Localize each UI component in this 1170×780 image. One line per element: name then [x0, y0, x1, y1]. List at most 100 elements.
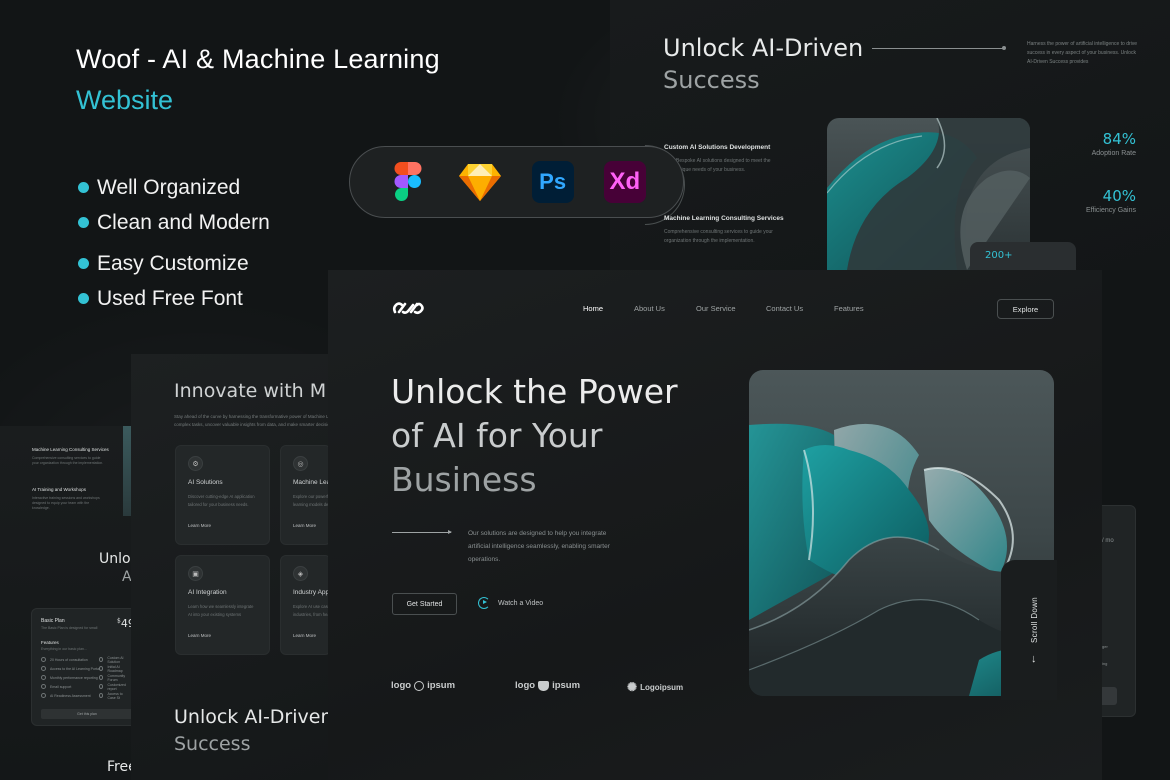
stat-value: 84%: [1102, 130, 1136, 148]
check-icon: [99, 666, 104, 671]
plan-features-col2: Custom AI Solution Initial AI Roadmap Co…: [99, 655, 131, 700]
brain-icon: ◎: [293, 456, 308, 471]
pricing-card-partial: [1100, 505, 1136, 717]
brand-logo-icon[interactable]: [392, 300, 426, 316]
adobe-xd-icon: Xd: [603, 160, 647, 204]
learn-more-link[interactable]: Learn More: [293, 633, 316, 638]
check-icon: [41, 675, 46, 680]
price-suffix: / mo: [1102, 538, 1114, 544]
arrow-down-icon[interactable]: ↓: [1031, 653, 1037, 665]
feature-item: Well Organized: [78, 170, 270, 205]
plan-feature: Monthly performance reporting: [41, 673, 100, 682]
nav-home[interactable]: Home: [583, 304, 603, 313]
learn-more-link[interactable]: Learn More: [293, 523, 316, 528]
plan-feature: Access to the AI Learning Portal: [41, 664, 100, 673]
scroll-down-label[interactable]: Scroll Down: [1030, 597, 1039, 643]
preview-paragraph: Harness the power of artificial intellig…: [1027, 41, 1138, 65]
partner-logo: logo ipsum: [391, 680, 456, 691]
arrow-right-icon: [392, 530, 452, 534]
headline-line1: Unlock the Power: [391, 372, 678, 411]
service-item: AI Training and Workshops Interactive tr…: [32, 487, 107, 511]
preview-paragraph: Stay ahead of the curve by harnessing th…: [174, 414, 334, 427]
stat-value: 40%: [1102, 187, 1136, 205]
plan-feature: Community Forum: [99, 673, 131, 682]
bullet-dot-icon: [78, 182, 89, 193]
hero-headline: Unlock the Power of AI for Your Business: [391, 370, 678, 502]
plan-features-subtitle: Everything in our basic plan...: [41, 647, 87, 651]
globe-icon: [414, 680, 425, 691]
card-desc: Discover cutting-edge AI application tail…: [188, 494, 255, 507]
check-icon: [41, 684, 46, 689]
feature-list: Well Organized Clean and Modern Easy Cus…: [78, 170, 270, 316]
bullet-dot-icon: [78, 258, 89, 269]
heading-connector-line: [872, 46, 1006, 50]
service-title: Machine Learning Consulting Services: [32, 447, 109, 452]
service-card[interactable]: ⚙ AI Solutions Discover cutting-edge AI …: [175, 445, 270, 545]
photoshop-icon: Ps: [531, 160, 575, 204]
play-icon: [478, 597, 490, 609]
preview-heading-line2: Success: [663, 66, 760, 94]
check-icon: [99, 684, 104, 689]
nav-features[interactable]: Features: [834, 304, 864, 313]
plan-feature-fragment: ger: [1102, 644, 1108, 649]
check-icon: [99, 657, 104, 662]
card-desc: Explore AI use case industries, from hea: [293, 604, 331, 617]
bear-icon: [538, 680, 550, 691]
service-desc: Interactive training sessions and worksh…: [32, 496, 100, 510]
preview-page-pricing: [0, 426, 135, 780]
sun-icon: ✺: [627, 680, 638, 694]
plan-feature: 20 Hours of consultation: [41, 655, 100, 664]
service-title: AI Training and Workshops: [32, 487, 86, 492]
industry-icon: ◈: [293, 566, 308, 581]
service-title: Machine Learning Consulting Services: [664, 215, 784, 222]
card-title: AI Integration: [188, 589, 227, 596]
check-icon: [99, 675, 104, 680]
service-desc: Comprehensive consulting services to gui…: [32, 456, 104, 465]
plan-feature: AI Readiness Assessment: [41, 691, 100, 700]
service-desc: Comprehensive consulting services to gui…: [664, 229, 773, 244]
preview-heading: Innovate with M: [174, 380, 327, 402]
learn-more-link[interactable]: Learn More: [188, 523, 211, 528]
stat-adoption: 84% Adoption Rate: [1080, 130, 1136, 157]
bullet-dot-icon: [78, 293, 89, 304]
preview-heading-line2: Success: [174, 733, 251, 755]
service-card[interactable]: ◈ Industry App Explore AI use case indust…: [280, 555, 331, 655]
check-icon: [41, 693, 46, 698]
service-card[interactable]: ▣ AI Integration Learn how we seamlessly…: [175, 555, 270, 655]
get-started-button[interactable]: Get Started: [392, 593, 457, 615]
headline-line3: Business: [391, 460, 537, 499]
stat-label: Efficiency Gains: [1085, 207, 1136, 214]
headline-line2: of AI for Your: [391, 416, 603, 455]
stat-efficiency: 40% Efficiency Gains: [1070, 187, 1136, 214]
card-desc: Explore our powerful learning models de: [293, 494, 331, 507]
card-desc: Learn how we seamlessly integrate AI into…: [188, 604, 254, 617]
card-title: Machine Lea: [293, 479, 331, 486]
check-icon: [41, 657, 46, 662]
nav-about-us[interactable]: About Us: [634, 304, 665, 313]
plan-feature: Customized report: [99, 682, 131, 691]
plan-button-partial[interactable]: [1100, 687, 1117, 705]
partner-logo: logo ipsum: [515, 680, 581, 691]
explore-button[interactable]: Explore: [997, 299, 1054, 319]
plan-feature: Email support: [41, 682, 100, 691]
plan-name: Basic Plan: [41, 618, 65, 624]
plan-features-title: Features: [41, 640, 59, 645]
service-card[interactable]: ◎ Machine Lea Explore our powerful learni…: [280, 445, 331, 545]
get-plan-button[interactable]: Get this plan: [41, 709, 133, 719]
nav-contact-us[interactable]: Contact Us: [766, 304, 803, 313]
plan-desc: The Basic Plan is designed for small: [41, 626, 98, 630]
plan-feature: Initial AI Roadmap: [99, 664, 131, 673]
watch-video-button[interactable]: Watch a Video: [478, 597, 543, 609]
service-title: Custom AI Solutions Development: [664, 144, 771, 151]
feature-item: Used Free Font: [78, 281, 270, 316]
preview-heading-line1: Unlock AI-Driven: [174, 706, 331, 728]
nav-our-service[interactable]: Our Service: [696, 304, 736, 313]
figma-icon: [386, 160, 430, 204]
watch-video-label: Watch a Video: [498, 599, 544, 607]
promo-subtitle: Website: [76, 85, 174, 115]
preview-heading-line1: Unlock AI-Driven: [663, 34, 864, 62]
service-item: Machine Learning Consulting Services Com…: [32, 447, 109, 466]
sketch-icon: [458, 160, 502, 204]
learn-more-link[interactable]: Learn More: [188, 633, 211, 638]
projects-stat-value: 200+: [985, 250, 1013, 261]
